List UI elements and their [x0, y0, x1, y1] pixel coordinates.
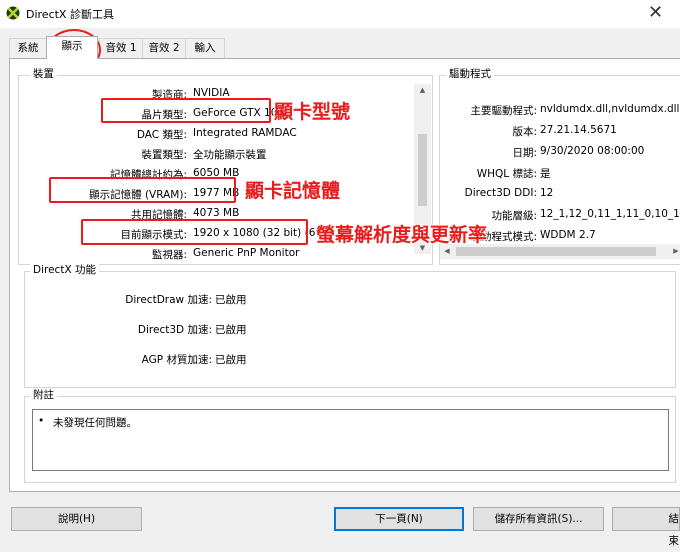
scroll-thumb[interactable]: [418, 134, 427, 206]
exit-button-label: 結束: [668, 513, 680, 547]
next-page-button[interactable]: 下一頁(N): [334, 507, 464, 531]
chip-annotation: 顯卡型號: [274, 101, 351, 123]
window-title: DirectX 診斷工具: [26, 8, 114, 21]
tab-sound-1[interactable]: 音效 1: [99, 38, 143, 58]
vram-annotation: 顯卡記憶體: [245, 180, 341, 202]
device-value: 全功能顯示裝置: [193, 149, 267, 161]
directx-features-group: DirectDraw 加速: 已啟用 Direct3D 加速: 已啟用 AGP …: [24, 271, 676, 388]
driver-value: WDDM 2.7: [540, 229, 596, 241]
exit-button[interactable]: 結束: [612, 507, 680, 547]
tab-display[interactable]: 顯示: [46, 36, 98, 59]
device-label: 裝置類型:: [141, 149, 187, 161]
feature-label: Direct3D 加速:: [137, 324, 212, 336]
driver-value: nvldumdx.dll,nvldumdx.dll,nvldumdx.d: [540, 103, 680, 115]
driver-value: 9/30/2020 08:00:00: [540, 145, 645, 157]
driver-value: 是: [540, 168, 551, 180]
scroll-up-icon[interactable]: ▲: [414, 86, 431, 94]
close-icon[interactable]: ✕: [648, 2, 663, 24]
scroll-right-icon[interactable]: ▶: [669, 247, 680, 255]
driver-value: 12_1,12_0,11_1,11_0,10_1,10_0,9_3: [540, 208, 680, 220]
title-bar: DirectX 診斷工具 ✕: [0, 0, 680, 28]
feature-value: 已啟用: [215, 354, 247, 366]
driver-value: 12: [540, 187, 554, 199]
driver-value: 27.21.14.5671: [540, 124, 617, 136]
notes-group: • 未發現任何問題。: [24, 396, 676, 483]
feature-value: 已啟用: [215, 324, 247, 336]
notes-title: 附註: [30, 389, 57, 402]
directx-icon: [6, 6, 20, 20]
driver-label: 日期:: [512, 147, 537, 159]
feature-label: DirectDraw 加速:: [125, 294, 212, 306]
display-mode-highlight: [81, 219, 308, 245]
device-value: 4073 MB: [193, 207, 240, 219]
help-button[interactable]: 說明(H): [11, 507, 142, 531]
bullet-icon: •: [38, 415, 45, 427]
device-value: Integrated RAMDAC: [193, 127, 297, 139]
tab-input[interactable]: 輸入: [185, 38, 225, 58]
driver-label: WHQL 標誌:: [476, 168, 537, 180]
driver-label: 版本:: [512, 126, 537, 138]
chip-type-highlight: [101, 98, 271, 123]
driver-list: 主要驅動程式: nvldumdx.dll,nvldumdx.dll,nvldum…: [440, 76, 680, 244]
driver-label: 功能層級:: [491, 210, 537, 222]
feature-value: 已啟用: [215, 294, 247, 306]
tab-sound-2[interactable]: 音效 2: [142, 38, 186, 58]
driver-label: Direct3D DDI:: [464, 187, 537, 199]
device-label: 監視器:: [151, 249, 187, 261]
directx-features-title: DirectX 功能: [30, 264, 99, 277]
device-label: DAC 類型:: [136, 129, 187, 141]
save-all-info-button[interactable]: 儲存所有資訊(S)...: [473, 507, 604, 531]
mode-annotation: 螢幕解析度與更新率: [316, 224, 488, 246]
driver-label: 主要驅動程式:: [470, 105, 537, 117]
device-value: Generic PnP Monitor: [193, 247, 300, 259]
scroll-left-icon[interactable]: ◀: [440, 247, 454, 255]
driver-group-title: 驅動程式: [446, 68, 494, 81]
scroll-thumb[interactable]: [456, 247, 656, 256]
notes-box[interactable]: • 未發現任何問題。: [32, 409, 669, 471]
note-item: 未發現任何問題。: [53, 417, 137, 429]
tab-system[interactable]: 系統: [9, 38, 47, 58]
feature-label: AGP 材質加速:: [141, 354, 212, 366]
device-group-title: 裝置: [30, 68, 57, 81]
vram-highlight: [49, 177, 236, 203]
